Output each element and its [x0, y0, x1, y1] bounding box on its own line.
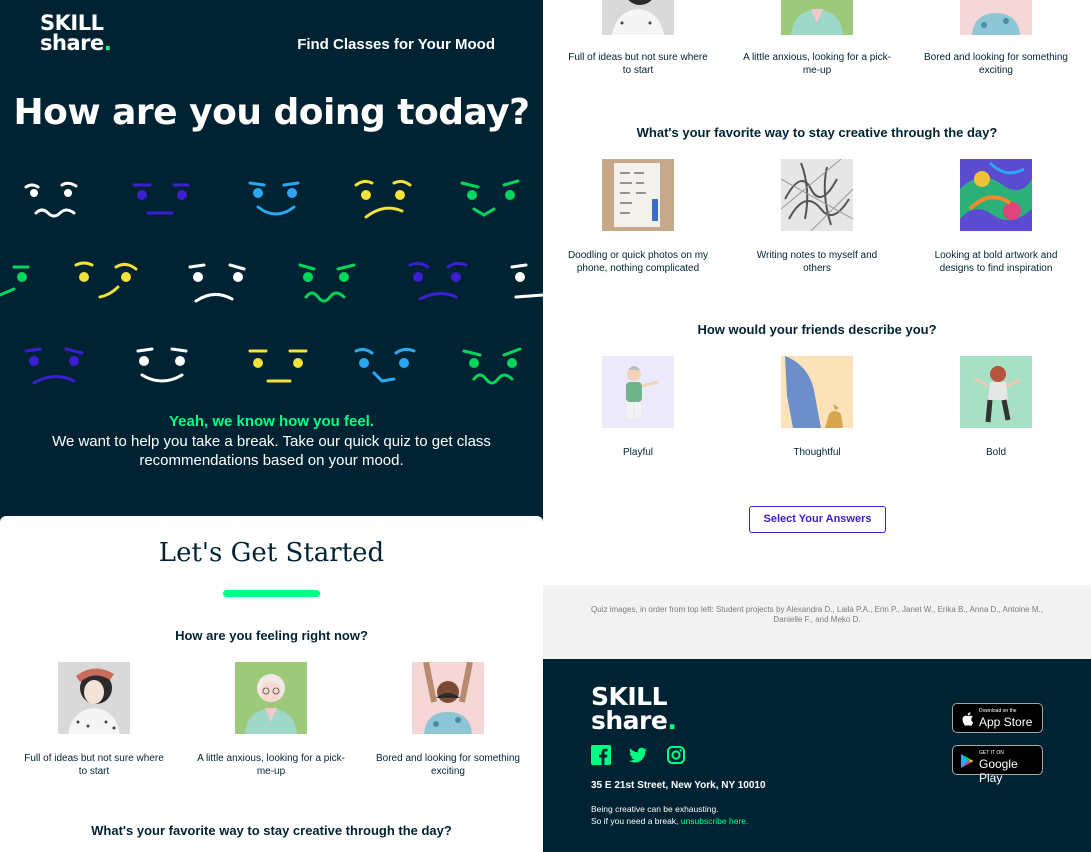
question-creative-left: What's your favorite way to stay creativ… — [91, 823, 452, 838]
option-image-notes — [781, 159, 853, 231]
quiz-card: Let's Get Started How are you feeling ri… — [0, 516, 543, 852]
left-panel: SKILL share. Find Classes for Your Mood … — [0, 0, 543, 852]
option-image-doodling — [602, 159, 674, 231]
face-smirk-green — [460, 179, 520, 217]
option-thoughtful[interactable]: Thoughtful — [742, 356, 892, 459]
option-image-ideas-repeat — [602, 0, 674, 35]
hero-highlight: Yeah, we know how you feel. — [168, 413, 375, 430]
face-sly-yellow — [74, 261, 138, 299]
face-sad-blue — [408, 261, 468, 301]
face-flat-yellow — [248, 349, 308, 383]
option-bold-artwork[interactable]: Looking at bold artwork and designs to f… — [921, 159, 1071, 275]
option-doodling[interactable]: Doodling or quick photos on my phone, no… — [563, 159, 713, 275]
option-image-anxious-repeat — [781, 0, 853, 35]
face-wavy-green-2 — [462, 347, 522, 385]
question-creative: What's your favorite way to stay creativ… — [636, 125, 998, 140]
option-bored[interactable]: Bored and looking for something exciting — [373, 662, 523, 778]
option-bored-repeat[interactable]: Bored and looking for something exciting — [921, 0, 1071, 77]
face-flat-blue — [132, 183, 190, 215]
instagram-icon[interactable] — [666, 745, 686, 765]
face-frown-blue — [24, 347, 84, 385]
twitter-icon[interactable] — [628, 745, 648, 765]
option-anxious[interactable]: A little anxious, looking for a pick-me-… — [196, 662, 346, 778]
hero-title: How are you doing today? — [13, 92, 530, 133]
hero-body: We want to help you take a break. Take o… — [52, 433, 491, 469]
unsubscribe-note: Being creative can be exhausting. So if … — [591, 804, 749, 826]
option-image-bored-repeat — [960, 0, 1032, 35]
face-wavy-green — [298, 263, 356, 303]
quiz-title: Let's Get Started — [158, 538, 385, 568]
company-address: 35 E 21st Street, New York, NY 10010 — [591, 780, 766, 791]
face-smile-white — [136, 347, 188, 383]
option-image-ideas — [58, 662, 130, 734]
footer: SKILL share. 35 E 21st Street, New York,… — [543, 659, 1091, 852]
option-image-artwork — [960, 159, 1032, 231]
google-play-icon — [961, 754, 974, 768]
apple-icon — [962, 712, 974, 726]
select-answers-button[interactable]: Select Your Answers — [749, 506, 886, 533]
option-image-thoughtful — [781, 356, 853, 428]
option-bold[interactable]: Bold — [921, 356, 1071, 459]
option-anxious-repeat[interactable]: A little anxious, looking for a pick-me-… — [742, 0, 892, 77]
option-image-playful — [602, 356, 674, 428]
image-credits: Quiz images, in order from top left: Stu… — [543, 585, 1091, 659]
facebook-icon[interactable] — [591, 745, 611, 765]
title-underline — [223, 590, 320, 597]
app-store-badge[interactable]: Download on the App Store — [952, 703, 1043, 733]
option-playful[interactable]: Playful — [563, 356, 713, 459]
mood-faces-illustration — [0, 179, 543, 385]
option-image-bold — [960, 356, 1032, 428]
face-frown-white — [188, 263, 246, 303]
question-friends: How would your friends describe you? — [697, 322, 937, 337]
unsubscribe-link[interactable]: unsubscribe here. — [681, 816, 749, 826]
face-green-partial — [0, 265, 30, 297]
option-writing-notes[interactable]: Writing notes to myself and others — [742, 159, 892, 275]
option-full-of-ideas-repeat[interactable]: Full of ideas but not sure where to star… — [563, 0, 713, 77]
credits-text: Quiz images, in order from top left: Stu… — [591, 605, 1043, 624]
face-smile-cyan — [248, 181, 300, 216]
hero-tagline: Find Classes for Your Mood — [297, 36, 495, 53]
right-panel: Full of ideas but not sure where to star… — [543, 0, 1091, 852]
google-play-badge[interactable]: GET IT ON Google Play — [952, 745, 1043, 785]
option-image-bored — [412, 662, 484, 734]
footer-skillshare-logo[interactable]: SKILL share. — [591, 684, 677, 733]
face-white-partial — [510, 263, 543, 299]
option-full-of-ideas[interactable]: Full of ideas but not sure where to star… — [19, 662, 169, 778]
face-worried-yellow — [354, 179, 412, 219]
hero-section: SKILL share. Find Classes for Your Mood … — [0, 0, 543, 530]
face-smirk-cyan — [354, 347, 416, 383]
option-image-anxious — [235, 662, 307, 734]
skillshare-logo[interactable]: SKILL share. — [40, 13, 112, 54]
question-feeling: How are you feeling right now? — [175, 628, 368, 643]
face-neutral-white — [24, 181, 78, 218]
